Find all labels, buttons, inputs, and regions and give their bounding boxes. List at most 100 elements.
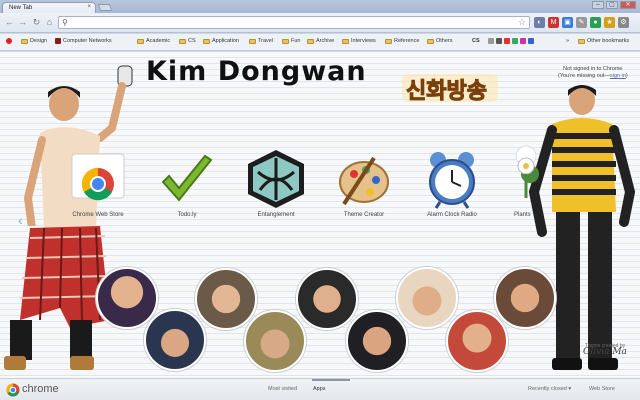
app-label: Theme Creator (343, 212, 385, 218)
folder-icon (427, 38, 434, 44)
maximize-button[interactable]: ▢ (606, 1, 618, 9)
checkmark-icon (161, 154, 213, 202)
folder-icon (179, 38, 186, 44)
tab-title: New Tab (9, 5, 33, 11)
folder-icon (137, 38, 144, 44)
bookmark-folder-reference[interactable]: Reference (385, 38, 419, 44)
folder-icon (203, 38, 210, 44)
app-chrome-web-store[interactable]: Chrome Web Store (58, 148, 138, 218)
bookmark-star-icon[interactable]: ☆ (518, 17, 526, 28)
bookmark-folder-fun[interactable]: Fun (282, 38, 300, 44)
bookmark-folder-design[interactable]: Design (21, 38, 47, 44)
extension-icon[interactable]: ▣ (562, 17, 573, 28)
extension-icons: ◐ M ▣ ✎ ● ★ ⚙ (534, 17, 629, 28)
recently-closed-menu[interactable]: Recently closed ▾ (528, 386, 571, 392)
member-photo (144, 309, 206, 371)
bookmark-cs[interactable]: CS (472, 38, 480, 44)
minimize-button[interactable]: – (592, 1, 604, 9)
member-photo (195, 268, 257, 330)
app-label: Todo.ly (177, 212, 197, 218)
close-window-button[interactable]: ✕ (620, 1, 636, 9)
member-photo (446, 310, 508, 372)
site-icon[interactable] (488, 38, 494, 44)
toolbar: ← → ↻ ⌂ ⚲ ☆ ◐ M ▣ ✎ ● ★ ⚙ (0, 13, 640, 33)
member-photo (346, 310, 408, 372)
app-label: Chrome Web Store (72, 212, 124, 218)
folder-icon (249, 38, 256, 44)
folder-icon (21, 38, 28, 44)
wrench-icon[interactable]: ⚙ (618, 17, 629, 28)
site-icon[interactable] (528, 38, 534, 44)
app-todoly[interactable]: Todo.ly (147, 148, 227, 218)
member-photo (494, 267, 556, 329)
extension-icon[interactable]: ✎ (576, 17, 587, 28)
hexagon-icon (248, 150, 304, 208)
app-label: Entanglement (257, 212, 295, 218)
extension-icon[interactable]: ★ (604, 17, 615, 28)
chrome-web-store-icon (71, 153, 125, 201)
site-icon[interactable] (504, 38, 510, 44)
tab-strip: New Tab × – ▢ ✕ (0, 0, 640, 13)
bookmark-icon[interactable] (6, 38, 14, 44)
window-controls: – ▢ ✕ (592, 1, 636, 9)
close-icon[interactable]: × (87, 4, 91, 10)
chrome-wordmark: chrome (22, 383, 59, 395)
sign-in-link[interactable]: sign in (610, 73, 626, 79)
site-icon[interactable] (496, 38, 502, 44)
member-photo (96, 267, 158, 329)
tab-most-visited[interactable]: Most visited (268, 386, 297, 392)
shinhwa-broadcast-logo: 신화방송 (400, 70, 500, 105)
folder-icon (385, 38, 392, 44)
omnibox[interactable]: ⚲ ☆ (58, 16, 530, 29)
theme-credit: Theme created by Olivia Ma (583, 343, 627, 357)
site-icon[interactable] (520, 38, 526, 44)
app-plants[interactable]: Plants (486, 148, 536, 218)
member-photo (296, 268, 358, 330)
bookmark-folder-interviews[interactable]: Interviews (342, 38, 376, 44)
bookmark-folder-travel[interactable]: Travel (249, 38, 273, 44)
app-label: Plants (514, 212, 531, 218)
app-alarm-clock-radio[interactable]: Alarm Clock Radio (412, 148, 492, 218)
app-entanglement[interactable]: Entanglement (236, 148, 316, 218)
bookmark-folder-academic[interactable]: Academic (137, 38, 170, 44)
search-icon: ⚲ (62, 18, 68, 27)
bookmark-folder-cs[interactable]: CS (179, 38, 196, 44)
bookmark-computer-networks[interactable]: Computer Networks (55, 38, 112, 44)
folder-icon (282, 38, 289, 44)
folder-icon (578, 38, 585, 44)
member-photo (244, 310, 306, 372)
alarm-clock-icon (429, 152, 475, 209)
back-button[interactable]: ← (4, 17, 15, 28)
new-tab-page: Kim Dongwan 신화방송 Not signed in to Chrome… (0, 52, 640, 382)
bookmark-folder-other-bookmarks[interactable]: Other bookmarks (578, 38, 629, 44)
web-store-link[interactable]: Web Store (589, 386, 615, 392)
folder-icon (307, 38, 314, 44)
bookmark-folder-archive[interactable]: Archive (307, 38, 334, 44)
extension-icon[interactable]: ◐ (534, 17, 545, 28)
logo-text: 신화방송 (406, 79, 487, 104)
tab-new-tab[interactable]: New Tab × (2, 2, 96, 13)
bookmarks-bar: Design Computer Networks Academic CS App… (0, 34, 640, 51)
page-title: Kim Dongwan (146, 56, 367, 87)
bookmark-folder-application[interactable]: Application (203, 38, 239, 44)
app-label: Alarm Clock Radio (427, 212, 477, 218)
credit-signature: Olivia Ma (583, 347, 627, 357)
member-photo (396, 267, 458, 329)
bookmark-folder-others[interactable]: Others (427, 38, 453, 44)
forward-button[interactable]: → (17, 17, 28, 28)
extension-icon[interactable]: ● (590, 17, 601, 28)
folder-icon (342, 38, 349, 44)
home-button[interactable]: ⌂ (44, 17, 55, 28)
bookmarks-overflow-chevron[interactable]: » (566, 38, 569, 44)
plant-icon (517, 157, 535, 198)
app-theme-creator[interactable]: Theme Creator (324, 148, 404, 218)
chrome-logo-icon (6, 383, 20, 397)
previous-page-arrow[interactable]: ‹ (18, 212, 23, 228)
site-icon[interactable] (512, 38, 518, 44)
tab-apps[interactable]: Apps (313, 386, 326, 392)
sign-in-promo: Not signed in to Chrome (You're missing … (558, 66, 628, 79)
new-tab-button[interactable] (97, 4, 113, 11)
bottom-bar: chrome Most visited Apps Recently closed… (0, 378, 640, 400)
reload-button[interactable]: ↻ (31, 17, 42, 28)
gmail-icon[interactable]: M (548, 17, 559, 28)
